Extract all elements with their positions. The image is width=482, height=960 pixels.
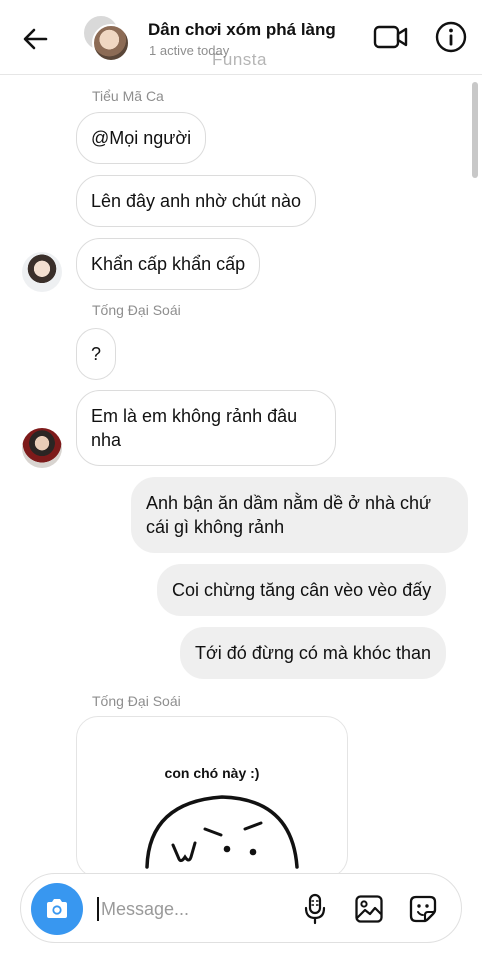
info-icon [435,21,467,53]
message-bubble[interactable]: ? [76,328,117,380]
video-camera-icon [373,25,408,49]
group-avatar[interactable] [82,14,130,62]
chat-header: Dân chơi xóm phá làng 1 active today Fun… [0,0,482,75]
sticker-icon [409,895,437,923]
shared-image[interactable]: con chó này :) [76,716,348,878]
sender-name: Tống Đại Soái [92,302,181,318]
gallery-button[interactable] [353,893,385,925]
my-message-bubble[interactable]: Anh bận ăn dầm nằm dề ở nhà chứ cái gì k… [131,477,468,553]
message-bubble[interactable]: @Mọi người [76,112,207,164]
watermark: Funsta [212,50,267,69]
camera-icon [47,899,67,918]
microphone-icon [304,893,326,925]
message-bubble[interactable]: Em là em không rảnh đâu nha [76,390,336,466]
sender-name: Tiểu Mã Ca [92,88,164,104]
scrollbar[interactable] [472,82,478,178]
voice-button[interactable] [299,893,331,925]
text-cursor [97,897,99,921]
my-message-bubble[interactable]: Tới đó đừng có mà khóc than [180,627,446,679]
info-button[interactable] [434,20,468,54]
avatar [92,24,130,62]
sender-name: Tống Đại Soái [92,693,181,709]
video-call-button[interactable] [372,22,410,52]
message-composer [20,873,462,943]
image-icon [355,895,383,923]
arrow-left-icon [23,28,48,50]
my-message-bubble[interactable]: Coi chừng tăng cân vèo vèo đấy [157,564,447,616]
message-input[interactable] [101,894,281,924]
avatar[interactable] [22,428,62,468]
sad-face-drawing [145,795,299,869]
avatar[interactable] [22,252,62,292]
message-bubble[interactable]: Khẩn cấp khẩn cấp [76,238,261,290]
chat-title[interactable]: Dân chơi xóm phá làng [148,20,336,40]
camera-button[interactable] [31,883,83,935]
sticker-button[interactable] [407,893,439,925]
message-bubble[interactable]: Lên đây anh nhờ chút nào [76,175,316,227]
back-button[interactable] [18,22,52,56]
